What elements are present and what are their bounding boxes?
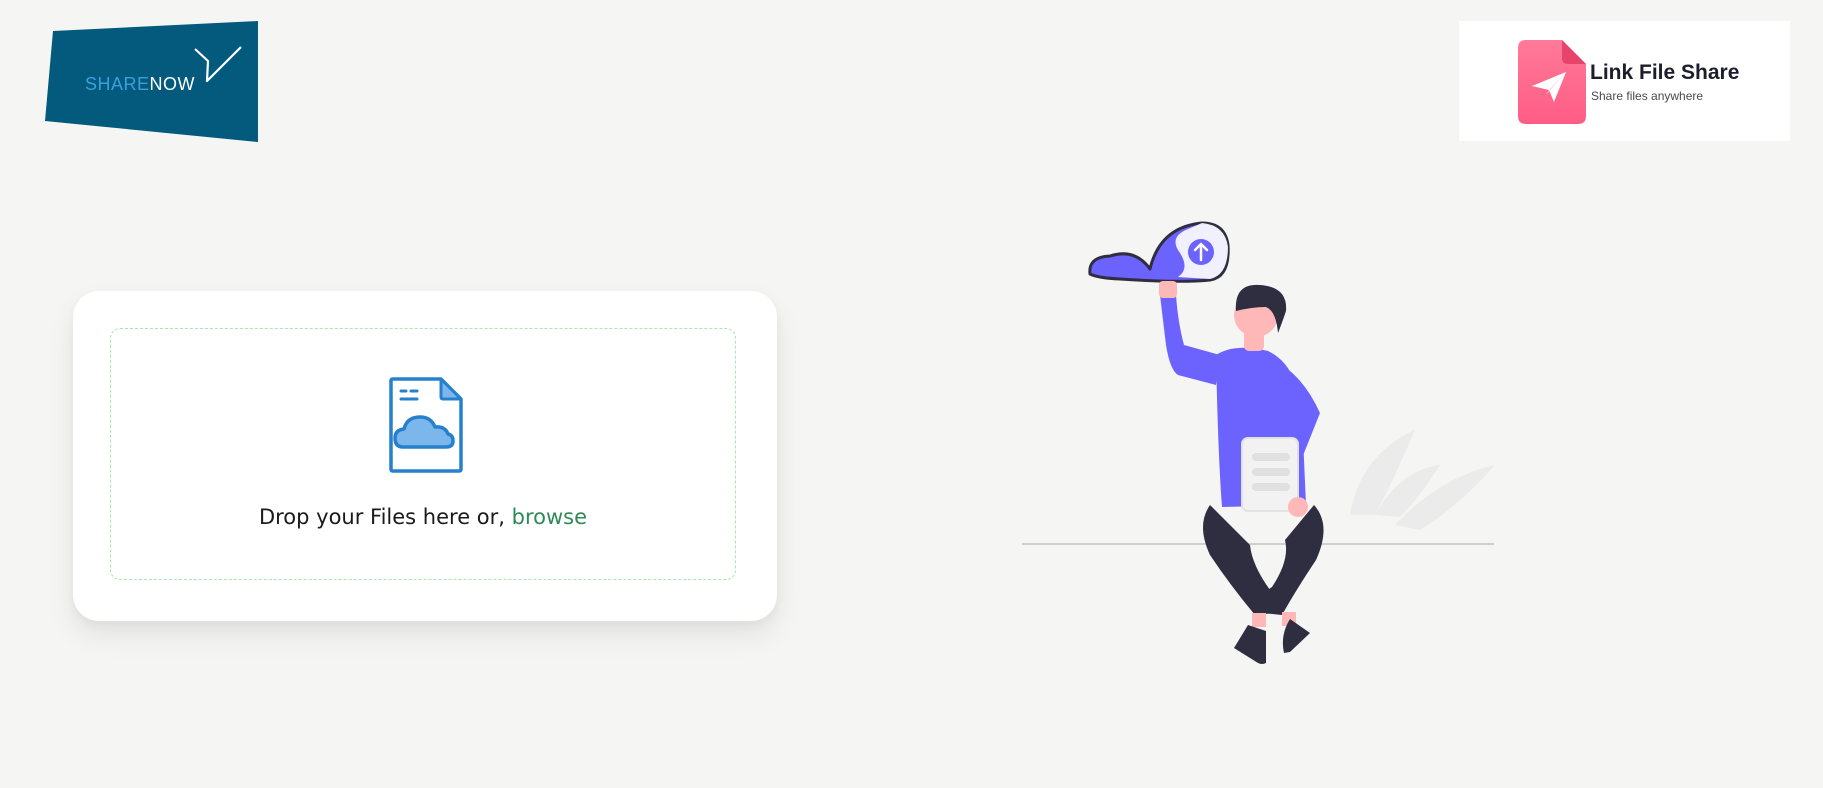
link-file-share-logo[interactable]: Link File Share Share files anywhere: [1459, 21, 1790, 141]
right-leg: [1261, 505, 1324, 615]
file-dropzone[interactable]: Drop your Files here or, browse: [110, 328, 736, 580]
logo-wordmark: SHARENOW: [85, 74, 195, 95]
upload-card: Drop your Files here or, browse: [73, 291, 777, 621]
logo-word-accent: SHARE: [85, 74, 150, 94]
sharenow-logo[interactable]: SHARENOW: [45, 21, 258, 142]
drop-prompt: Drop your Files here or,: [258, 505, 505, 529]
paper-plane-icon: [1518, 40, 1586, 124]
logo-word-rest: NOW: [149, 74, 196, 94]
page: SHARENOW Link File Share Share files any…: [0, 0, 1823, 788]
upload-cloud-icon: [1088, 221, 1230, 283]
drop-instructions: Drop your Files here or, browse: [111, 505, 735, 529]
brand-title: Link File Share: [1590, 61, 1740, 84]
left-shoe: [1234, 625, 1266, 664]
raised-arm: [1160, 295, 1220, 385]
file-cloud-icon: [389, 377, 463, 473]
person-holding-cloud-illustration: [1022, 221, 1495, 664]
plant-shape: [1350, 430, 1495, 530]
document-icon: [1241, 437, 1299, 512]
browse-link[interactable]: browse: [512, 505, 587, 529]
brand-tagline: Share files anywhere: [1591, 89, 1704, 103]
